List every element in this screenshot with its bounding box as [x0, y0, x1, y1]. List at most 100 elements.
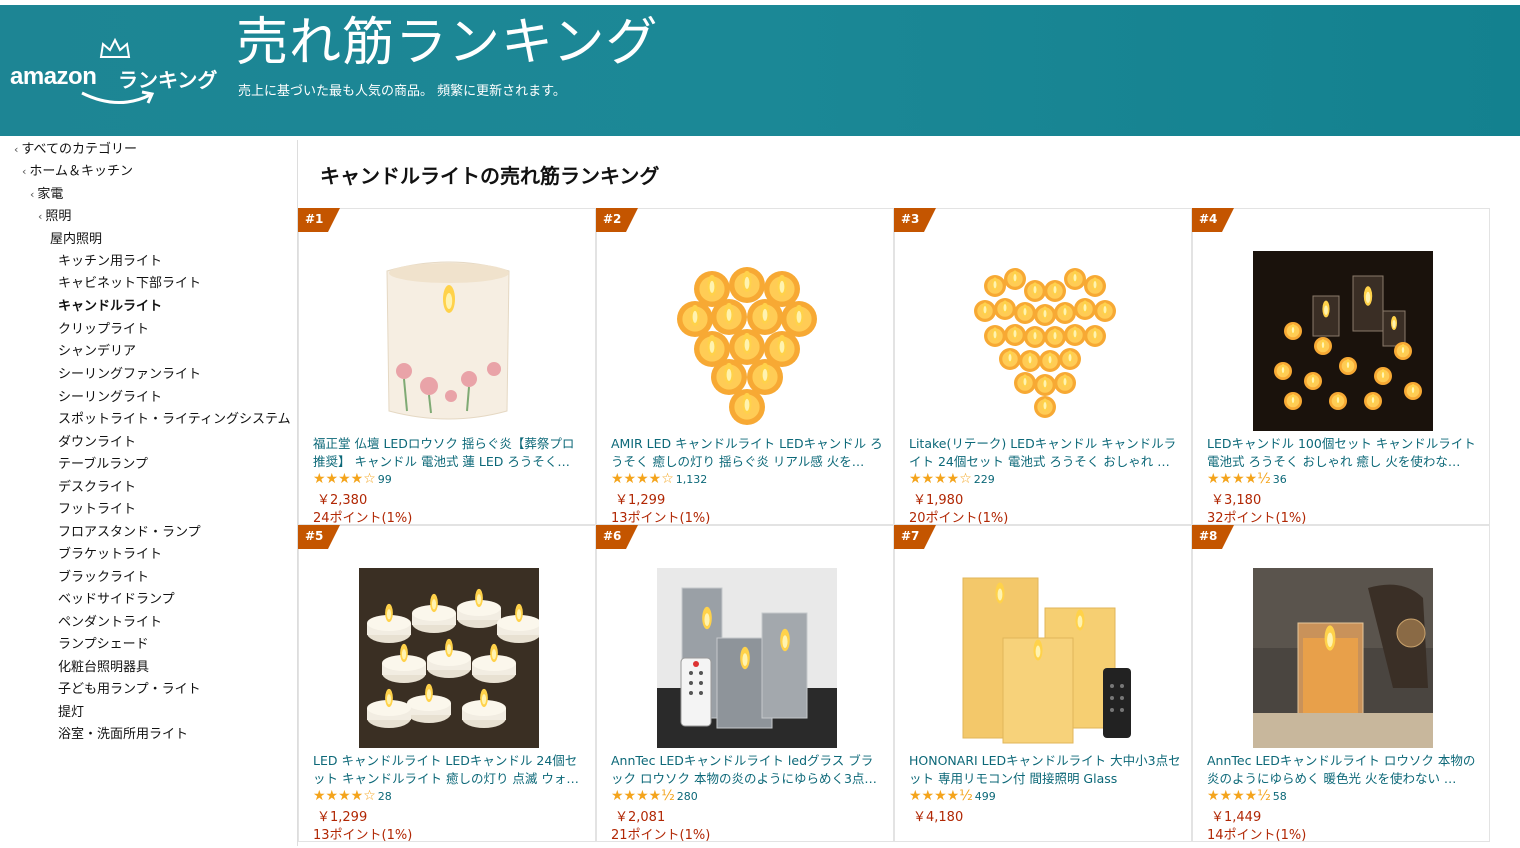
sidebar-item-label: シーリングライト	[58, 390, 163, 405]
sidebar-item[interactable]: キャビネット下部ライト	[58, 274, 201, 294]
sidebar-item[interactable]: ペンダントライト	[58, 613, 162, 633]
review-count[interactable]: 58	[1273, 790, 1287, 803]
page-header: amazon ランキング 売れ筋ランキング 売上に基づいた最も人気の商品。 頻繁…	[0, 5, 1520, 136]
product-title-link[interactable]: AMIR LED キャンドルライト LEDキャンドル ろうそく 癒しの灯り 揺ら…	[611, 435, 883, 471]
sidebar-item-label: ベッドサイドランプ	[58, 592, 175, 607]
product-card[interactable]: #2 AMIR LED キャンドルライト LEDキャンドル ろうそく 癒しの灯り…	[596, 208, 894, 526]
star-rating-icon: ★★★★☆	[313, 788, 376, 804]
sidebar-item[interactable]: シャンデリア	[58, 342, 136, 362]
sidebar-item-label: 屋内照明	[50, 232, 103, 247]
product-title-link[interactable]: LEDキャンドル 100個セット キャンドルライト電池式 ろうそく おしゃれ 癒…	[1207, 435, 1479, 471]
sidebar-item-label: ペンダントライト	[58, 615, 163, 630]
sidebar-item[interactable]: フロアスタンド・ランプ	[58, 523, 201, 543]
product-rating[interactable]: ★★★★½ 58	[1207, 788, 1287, 804]
product-rating[interactable]: ★★★★☆ 99	[313, 471, 392, 487]
sidebar-item-label: キッチン用ライト	[58, 254, 163, 269]
product-points: 24ポイント(1%)	[313, 511, 413, 526]
product-card[interactable]: #5 LED キャンドルライト LEDキャンドル 24個セット キャンドルライト…	[298, 525, 596, 843]
sidebar-item-label: ブラケットライト	[58, 547, 163, 562]
review-count[interactable]: 28	[378, 790, 392, 803]
sidebar-item[interactable]: 提灯	[58, 703, 84, 723]
sidebar-item[interactable]: デスクライト	[58, 478, 136, 498]
product-card[interactable]: #4 LEDキャンドル 100個セット キャンドルライト電池式 ろうそく おしゃ…	[1192, 208, 1490, 526]
product-rating[interactable]: ★★★★½ 280	[611, 788, 698, 804]
sidebar-item[interactable]: ‹ 家電	[30, 185, 63, 205]
product-card[interactable]: #6 AnnTec LEDキャンドルライト ledグラス ブラック ロウソク 本…	[596, 525, 894, 843]
product-card[interactable]: #3 Litake(リテーク) LEDキャンドル キャンドルライト 24個セット…	[894, 208, 1192, 526]
star-rating-icon: ★★★★½	[611, 788, 675, 804]
product-rating[interactable]: ★★★★☆ 1,132	[611, 471, 707, 487]
product-image[interactable]	[657, 251, 837, 431]
sidebar-item[interactable]: ブラケットライト	[58, 545, 162, 565]
sidebar-item-label: スポットライト・ライティングシステム	[58, 412, 291, 427]
product-title-link[interactable]: AnnTec LEDキャンドルライト ロウソク 本物の炎のようにゆらめく 暖色光…	[1207, 752, 1479, 788]
product-image[interactable]	[955, 251, 1135, 431]
product-title-link[interactable]: Litake(リテーク) LEDキャンドル キャンドルライト 24個セット 電池…	[909, 435, 1181, 471]
product-rating[interactable]: ★★★★☆ 28	[313, 788, 392, 804]
product-image[interactable]	[657, 568, 837, 748]
review-count[interactable]: 499	[975, 790, 996, 803]
sidebar-item[interactable]: フットライト	[58, 500, 136, 520]
sidebar-item[interactable]: キッチン用ライト	[58, 252, 162, 272]
product-price: ￥1,980	[913, 493, 964, 508]
product-card[interactable]: #7 HONONARI LEDキャンドルライト 大中小3点セット 専用リモコン付…	[894, 525, 1192, 842]
star-rating-icon: ★★★★☆	[611, 471, 674, 487]
product-image[interactable]	[955, 568, 1135, 748]
sidebar-item[interactable]: ‹ すべてのカテゴリー	[14, 140, 137, 160]
product-rating[interactable]: ★★★★½ 499	[909, 788, 996, 804]
sidebar-item[interactable]: ベッドサイドランプ	[58, 590, 175, 610]
chevron-left-icon: ‹	[22, 165, 27, 178]
sidebar-item[interactable]: テーブルランプ	[58, 455, 148, 475]
product-image[interactable]	[1253, 251, 1433, 431]
sidebar-item[interactable]: 浴室・洗面所用ライト	[58, 725, 188, 745]
sidebar-item[interactable]: スポットライト・ライティングシステム	[58, 410, 291, 430]
product-image[interactable]	[1253, 568, 1433, 748]
category-heading: キャンドルライトの売れ筋ランキング	[320, 164, 660, 188]
review-count[interactable]: 99	[378, 473, 392, 486]
sidebar-item[interactable]: シーリングライト	[58, 388, 162, 408]
sidebar-item-label: ランプシェード	[58, 637, 149, 652]
star-rating-icon: ★★★★½	[909, 788, 973, 804]
product-price: ￥1,299	[615, 493, 666, 508]
review-count[interactable]: 280	[677, 790, 698, 803]
review-count[interactable]: 229	[974, 473, 995, 486]
product-card[interactable]: #8 AnnTec LEDキャンドルライト ロウソク 本物の炎のようにゆらめく …	[1192, 525, 1490, 843]
rank-label: #3	[901, 212, 920, 226]
sidebar-item[interactable]: シーリングファンライト	[58, 365, 201, 385]
sidebar-item[interactable]: ‹ ホーム＆キッチン	[22, 162, 133, 182]
sidebar-item[interactable]: ダウンライト	[58, 433, 136, 453]
product-rating[interactable]: ★★★★½ 36	[1207, 471, 1287, 487]
product-title-link[interactable]: AnnTec LEDキャンドルライト ledグラス ブラック ロウソク 本物の炎…	[611, 752, 883, 788]
product-price: ￥4,180	[913, 810, 964, 825]
rank-label: #1	[305, 212, 324, 226]
sidebar-item-label: デスクライト	[58, 480, 137, 495]
product-points: 13ポイント(1%)	[611, 511, 711, 526]
sidebar-item[interactable]: ブラックライト	[58, 568, 149, 588]
sidebar-item-label: 提灯	[58, 705, 85, 720]
product-points: 13ポイント(1%)	[313, 828, 413, 843]
chevron-left-icon: ‹	[38, 210, 43, 223]
sidebar-item[interactable]: ランプシェード	[58, 635, 149, 655]
product-image[interactable]	[359, 568, 541, 748]
star-rating-icon: ★★★★☆	[909, 471, 972, 487]
smile-arrow-icon	[81, 90, 155, 105]
review-count[interactable]: 36	[1273, 473, 1287, 486]
rank-label: #7	[901, 529, 920, 543]
product-title-link[interactable]: 福正堂 仏壇 LEDロウソク 揺らぐ炎【葬祭プロ推奨】 キャンドル 電池式 蓮 …	[313, 435, 585, 471]
product-card[interactable]: #1 福正堂 仏壇 LEDロウソク 揺らぐ炎【葬祭プロ推奨】 キャンドル 電池式…	[298, 208, 596, 526]
product-rating[interactable]: ★★★★☆ 229	[909, 471, 995, 487]
page-title: 売れ筋ランキング	[236, 13, 659, 73]
product-title-link[interactable]: HONONARI LEDキャンドルライト 大中小3点セット 専用リモコン付 間接…	[909, 752, 1181, 788]
sidebar-item-label: シャンデリア	[58, 344, 137, 359]
product-image[interactable]	[359, 251, 539, 431]
sidebar-item[interactable]: 子ども用ランプ・ライト	[58, 680, 201, 700]
sidebar-item[interactable]: ‹ 照明	[38, 207, 71, 227]
sidebar-item[interactable]: 屋内照明	[50, 230, 102, 250]
amazon-ranking-logo[interactable]: amazon ランキング	[10, 35, 225, 115]
sidebar-item[interactable]: クリップライト	[58, 320, 149, 340]
review-count[interactable]: 1,132	[676, 473, 708, 486]
product-title-link[interactable]: LED キャンドルライト LEDキャンドル 24個セット キャンドルライト 癒し…	[313, 752, 585, 788]
sidebar-item-label: キャンドルライト	[58, 299, 163, 314]
crown-icon	[99, 37, 131, 58]
sidebar-item[interactable]: 化粧台照明器具	[58, 658, 149, 678]
